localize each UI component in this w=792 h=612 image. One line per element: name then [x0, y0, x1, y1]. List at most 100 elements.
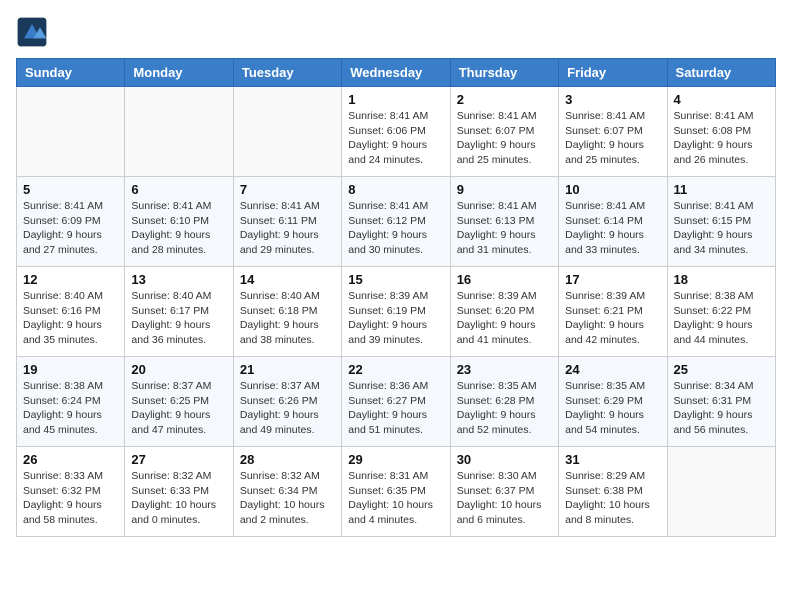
calendar-cell: 22 Sunrise: 8:36 AMSunset: 6:27 PMDayligh…: [342, 357, 450, 447]
calendar-cell: [125, 87, 233, 177]
calendar-cell: 29 Sunrise: 8:31 AMSunset: 6:35 PMDayligh…: [342, 447, 450, 537]
day-detail: Sunrise: 8:37 AMSunset: 6:25 PMDaylight:…: [131, 379, 226, 438]
calendar-cell: 31 Sunrise: 8:29 AMSunset: 6:38 PMDayligh…: [559, 447, 667, 537]
calendar-cell: 21 Sunrise: 8:37 AMSunset: 6:26 PMDayligh…: [233, 357, 341, 447]
day-number: 27: [131, 452, 226, 467]
calendar-cell: 15Sunrise: 8:39 AMSunset: 6:19 PMDayligh…: [342, 267, 450, 357]
calendar-cell: 18 Sunrise: 8:38 AMSunset: 6:22 PMDayligh…: [667, 267, 775, 357]
day-number: 6: [131, 182, 226, 197]
day-number: 9: [457, 182, 552, 197]
day-number: 16: [457, 272, 552, 287]
calendar-cell: 3 Sunrise: 8:41 AMSunset: 6:07 PMDaylight…: [559, 87, 667, 177]
day-detail: Sunrise: 8:39 AMSunset: 6:19 PMDaylight:…: [348, 289, 443, 348]
day-number: 13: [131, 272, 226, 287]
day-number: 24: [565, 362, 660, 377]
calendar-cell: 16 Sunrise: 8:39 AMSunset: 6:20 PMDayligh…: [450, 267, 558, 357]
calendar-cell: 12 Sunrise: 8:40 AMSunset: 6:16 PMDayligh…: [17, 267, 125, 357]
calendar-cell: 14Sunrise: 8:40 AMSunset: 6:18 PMDayligh…: [233, 267, 341, 357]
calendar-cell: 2 Sunrise: 8:41 AMSunset: 6:07 PMDaylight…: [450, 87, 558, 177]
page-header: [16, 16, 776, 48]
calendar-cell: [17, 87, 125, 177]
calendar-cell: 26Sunrise: 8:33 AMSunset: 6:32 PMDayligh…: [17, 447, 125, 537]
day-detail: Sunrise: 8:37 AMSunset: 6:26 PMDaylight:…: [240, 379, 335, 438]
day-detail: Sunrise: 8:40 AMSunset: 6:17 PMDaylight:…: [131, 289, 226, 348]
day-detail: Sunrise: 8:41 AMSunset: 6:11 PMDaylight:…: [240, 199, 335, 258]
calendar-cell: 4 Sunrise: 8:41 AMSunset: 6:08 PMDaylight…: [667, 87, 775, 177]
day-detail: Sunrise: 8:41 AMSunset: 6:07 PMDaylight:…: [457, 109, 552, 168]
day-detail: Sunrise: 8:41 AMSunset: 6:08 PMDaylight:…: [674, 109, 769, 168]
day-number: 10: [565, 182, 660, 197]
weekday-header-row: SundayMondayTuesdayWednesdayThursdayFrid…: [17, 59, 776, 87]
calendar-cell: 5Sunrise: 8:41 AMSunset: 6:09 PMDaylight…: [17, 177, 125, 267]
day-number: 11: [674, 182, 769, 197]
calendar-cell: 27 Sunrise: 8:32 AMSunset: 6:33 PMDayligh…: [125, 447, 233, 537]
day-number: 23: [457, 362, 552, 377]
day-detail: Sunrise: 8:39 AMSunset: 6:20 PMDaylight:…: [457, 289, 552, 348]
day-detail: Sunrise: 8:38 AMSunset: 6:22 PMDaylight:…: [674, 289, 769, 348]
calendar-cell: [233, 87, 341, 177]
day-detail: Sunrise: 8:29 AMSunset: 6:38 PMDaylight:…: [565, 469, 660, 528]
day-detail: Sunrise: 8:35 AMSunset: 6:28 PMDaylight:…: [457, 379, 552, 438]
day-detail: Sunrise: 8:39 AMSunset: 6:21 PMDaylight:…: [565, 289, 660, 348]
day-number: 12: [23, 272, 118, 287]
day-number: 18: [674, 272, 769, 287]
day-detail: Sunrise: 8:32 AMSunset: 6:33 PMDaylight:…: [131, 469, 226, 528]
calendar-cell: 17 Sunrise: 8:39 AMSunset: 6:21 PMDayligh…: [559, 267, 667, 357]
weekday-header: Tuesday: [233, 59, 341, 87]
day-number: 1: [348, 92, 443, 107]
weekday-header: Wednesday: [342, 59, 450, 87]
day-number: 29: [348, 452, 443, 467]
day-detail: Sunrise: 8:34 AMSunset: 6:31 PMDaylight:…: [674, 379, 769, 438]
day-number: 4: [674, 92, 769, 107]
day-detail: Sunrise: 8:35 AMSunset: 6:29 PMDaylight:…: [565, 379, 660, 438]
day-number: 3: [565, 92, 660, 107]
day-detail: Sunrise: 8:41 AMSunset: 6:09 PMDaylight:…: [23, 199, 118, 258]
day-detail: Sunrise: 8:41 AMSunset: 6:06 PMDaylight:…: [348, 109, 443, 168]
day-number: 20: [131, 362, 226, 377]
calendar-cell: [667, 447, 775, 537]
calendar-cell: 10 Sunrise: 8:41 AMSunset: 6:14 PMDayligh…: [559, 177, 667, 267]
day-detail: Sunrise: 8:36 AMSunset: 6:27 PMDaylight:…: [348, 379, 443, 438]
week-row: 12 Sunrise: 8:40 AMSunset: 6:16 PMDayligh…: [17, 267, 776, 357]
day-number: 26: [23, 452, 118, 467]
week-row: 5Sunrise: 8:41 AMSunset: 6:09 PMDaylight…: [17, 177, 776, 267]
weekday-header: Monday: [125, 59, 233, 87]
day-detail: Sunrise: 8:41 AMSunset: 6:14 PMDaylight:…: [565, 199, 660, 258]
calendar-cell: 30 Sunrise: 8:30 AMSunset: 6:37 PMDayligh…: [450, 447, 558, 537]
day-number: 14: [240, 272, 335, 287]
weekday-header: Saturday: [667, 59, 775, 87]
day-number: 7: [240, 182, 335, 197]
day-number: 19: [23, 362, 118, 377]
day-number: 2: [457, 92, 552, 107]
logo-icon: [16, 16, 48, 48]
day-number: 22: [348, 362, 443, 377]
day-detail: Sunrise: 8:40 AMSunset: 6:16 PMDaylight:…: [23, 289, 118, 348]
day-number: 17: [565, 272, 660, 287]
calendar-cell: 20 Sunrise: 8:37 AMSunset: 6:25 PMDayligh…: [125, 357, 233, 447]
day-number: 30: [457, 452, 552, 467]
day-number: 8: [348, 182, 443, 197]
calendar-cell: 28 Sunrise: 8:32 AMSunset: 6:34 PMDayligh…: [233, 447, 341, 537]
calendar-cell: 1 Sunrise: 8:41 AMSunset: 6:06 PMDaylight…: [342, 87, 450, 177]
calendar-cell: 25 Sunrise: 8:34 AMSunset: 6:31 PMDayligh…: [667, 357, 775, 447]
calendar-cell: 7 Sunrise: 8:41 AMSunset: 6:11 PMDaylight…: [233, 177, 341, 267]
week-row: 1 Sunrise: 8:41 AMSunset: 6:06 PMDaylight…: [17, 87, 776, 177]
calendar-table: SundayMondayTuesdayWednesdayThursdayFrid…: [16, 58, 776, 537]
day-number: 28: [240, 452, 335, 467]
day-detail: Sunrise: 8:32 AMSunset: 6:34 PMDaylight:…: [240, 469, 335, 528]
week-row: 19Sunrise: 8:38 AMSunset: 6:24 PMDayligh…: [17, 357, 776, 447]
weekday-header: Friday: [559, 59, 667, 87]
calendar-cell: 13 Sunrise: 8:40 AMSunset: 6:17 PMDayligh…: [125, 267, 233, 357]
day-number: 31: [565, 452, 660, 467]
calendar-cell: 8 Sunrise: 8:41 AMSunset: 6:12 PMDaylight…: [342, 177, 450, 267]
day-number: 21: [240, 362, 335, 377]
day-detail: Sunrise: 8:41 AMSunset: 6:13 PMDaylight:…: [457, 199, 552, 258]
day-detail: Sunrise: 8:41 AMSunset: 6:12 PMDaylight:…: [348, 199, 443, 258]
calendar-cell: 11Sunrise: 8:41 AMSunset: 6:15 PMDayligh…: [667, 177, 775, 267]
weekday-header: Thursday: [450, 59, 558, 87]
day-detail: Sunrise: 8:41 AMSunset: 6:07 PMDaylight:…: [565, 109, 660, 168]
day-number: 25: [674, 362, 769, 377]
day-detail: Sunrise: 8:41 AMSunset: 6:10 PMDaylight:…: [131, 199, 226, 258]
day-detail: Sunrise: 8:31 AMSunset: 6:35 PMDaylight:…: [348, 469, 443, 528]
day-detail: Sunrise: 8:30 AMSunset: 6:37 PMDaylight:…: [457, 469, 552, 528]
